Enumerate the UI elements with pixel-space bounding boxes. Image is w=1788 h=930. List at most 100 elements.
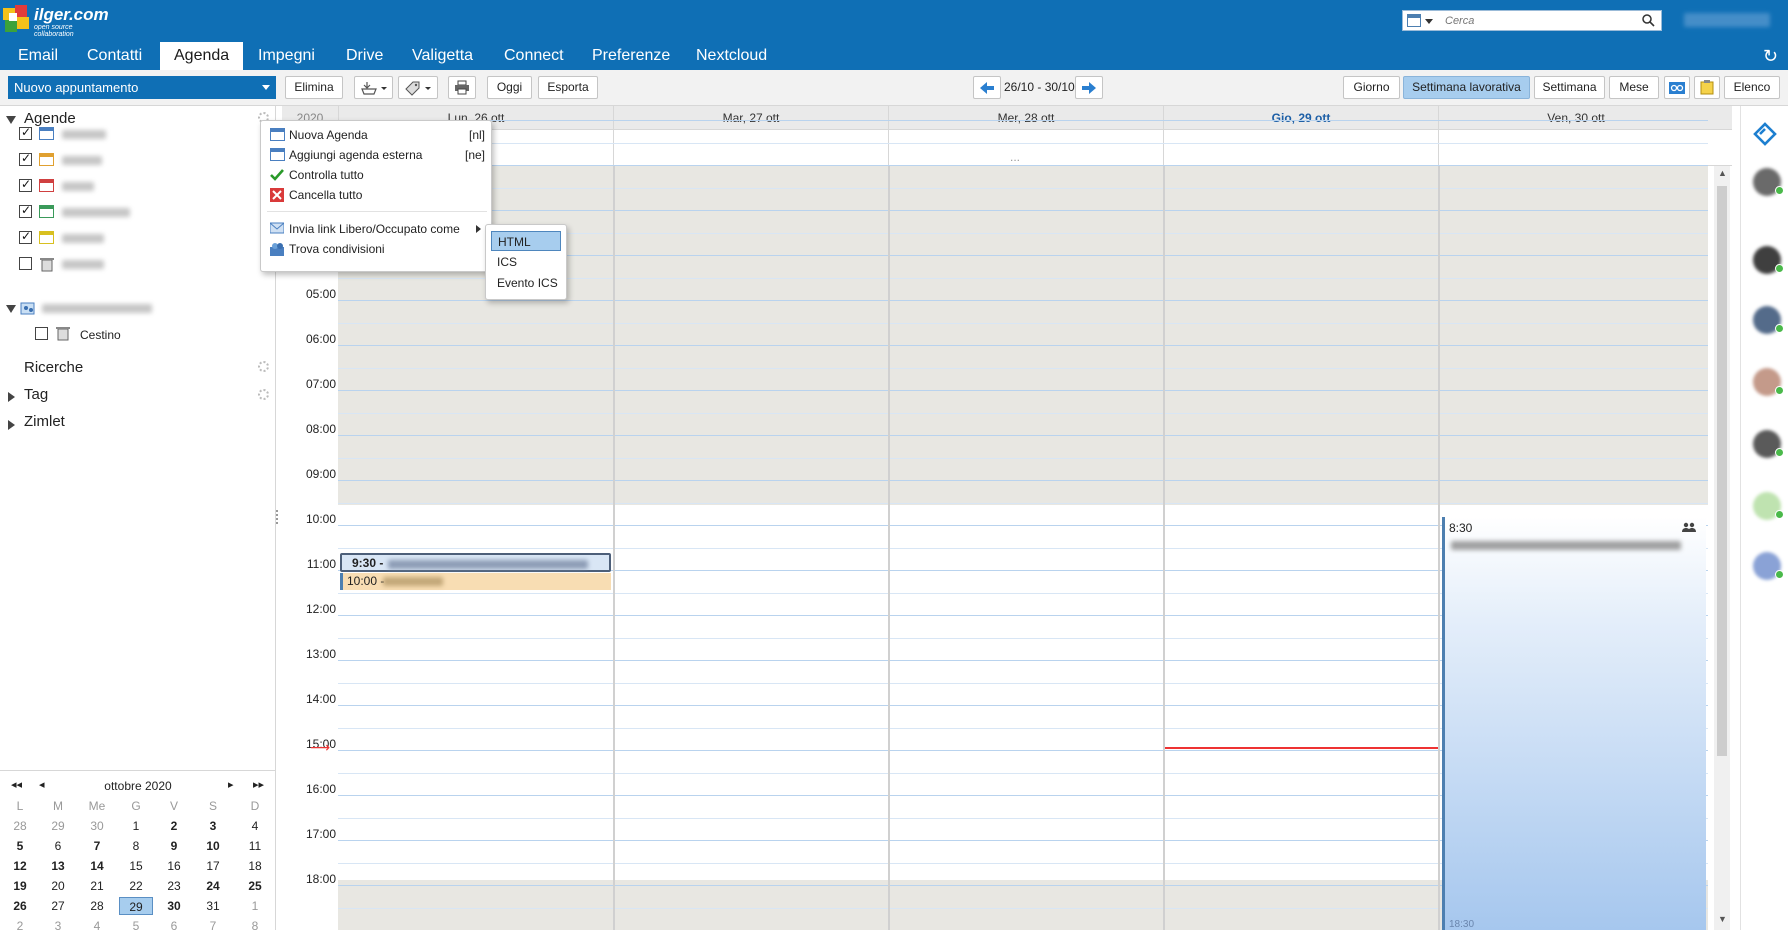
calendar-checkbox-1[interactable] — [19, 125, 32, 140]
next-month-icon[interactable]: ▸ — [228, 778, 234, 791]
mini-calendar-day[interactable]: 1 — [117, 817, 155, 835]
mini-calendar-day[interactable]: 29 — [119, 897, 153, 915]
mini-calendar-day[interactable]: 25 — [236, 877, 274, 895]
calendar-checkbox-6[interactable] — [19, 257, 32, 270]
calendar-name-6[interactable] — [62, 260, 104, 269]
calendar-checkbox-4[interactable] — [19, 203, 32, 218]
more-indicator[interactable]: ... — [1010, 150, 1020, 164]
mini-calendar-day[interactable]: 7 — [78, 837, 116, 855]
calendar-checkbox-3[interactable] — [19, 177, 32, 192]
mini-calendar-day[interactable]: 27 — [39, 897, 77, 915]
user-name[interactable] — [1684, 13, 1770, 27]
mini-calendar-day[interactable]: 4 — [236, 817, 274, 835]
scroll-up-icon[interactable]: ▲ — [1718, 168, 1727, 178]
mini-calendar-day[interactable]: 19 — [1, 877, 39, 895]
today-button[interactable]: Oggi — [487, 76, 532, 99]
mini-calendar-day[interactable]: 4 — [78, 917, 116, 930]
collapse-agende-icon[interactable] — [6, 116, 16, 124]
mini-calendar-day[interactable]: 3 — [39, 917, 77, 930]
day-header-4[interactable]: Gio, 29 ott — [1163, 106, 1438, 130]
calendar-name-1[interactable] — [62, 130, 106, 139]
mini-calendar-day[interactable]: 2 — [1, 917, 39, 930]
ricerche-header[interactable]: Ricerche — [24, 359, 83, 376]
calendar-checkbox-2[interactable] — [19, 151, 32, 166]
calendar-name-5[interactable] — [62, 234, 104, 243]
view-day-button[interactable]: Giorno — [1343, 76, 1400, 99]
mini-calendar-day[interactable]: 20 — [39, 877, 77, 895]
menu-item-find-shares[interactable]: Trova condivisioni — [261, 239, 493, 259]
mini-calendar-day[interactable]: 24 — [194, 877, 232, 895]
mini-calendar-day[interactable]: 5 — [117, 917, 155, 930]
logo[interactable]: ilger.com open source collaboration — [2, 4, 114, 38]
chevron-down-icon[interactable] — [262, 85, 270, 90]
mini-calendar-day[interactable]: 5 — [1, 837, 39, 855]
allday-cell[interactable] — [1163, 130, 1438, 166]
mini-calendar-day[interactable]: 30 — [155, 897, 193, 915]
tab-connect[interactable]: Connect — [490, 42, 578, 70]
mini-calendar-day[interactable]: 14 — [78, 857, 116, 875]
mini-calendar-day[interactable]: 18 — [236, 857, 274, 875]
submenu-item-ics[interactable]: ICS — [491, 252, 561, 272]
mini-calendar-day[interactable]: 1 — [236, 897, 274, 915]
view-schedule-button[interactable] — [1664, 76, 1690, 99]
mini-calendar-day[interactable]: 29 — [39, 817, 77, 835]
delete-button[interactable]: Elimina — [285, 76, 343, 99]
allday-cell[interactable] — [1438, 130, 1713, 166]
view-week-button[interactable]: Settimana — [1534, 76, 1605, 99]
new-appointment-button[interactable]: Nuovo appuntamento — [8, 76, 276, 99]
gear-icon[interactable] — [258, 389, 269, 400]
tab-contatti[interactable]: Contatti — [73, 42, 156, 70]
tag-header[interactable]: Tag — [24, 386, 48, 403]
tab-email[interactable]: Email — [4, 42, 72, 70]
mini-calendar-day[interactable]: 16 — [155, 857, 193, 875]
calendar-search-icon[interactable] — [1407, 14, 1421, 27]
mini-calendar-day[interactable]: 9 — [155, 837, 193, 855]
collapse-shared-icon[interactable] — [6, 305, 16, 313]
mini-calendar-day[interactable]: 26 — [1, 897, 39, 915]
menu-item-uncheck-all[interactable]: Cancella tutto — [261, 185, 493, 205]
resize-handle[interactable] — [276, 510, 279, 524]
day-header-2[interactable]: Mar, 27 ott — [613, 106, 888, 130]
mini-calendar-day[interactable]: 17 — [194, 857, 232, 875]
mini-calendar-day[interactable]: 23 — [155, 877, 193, 895]
view-freebusy-button[interactable] — [1694, 76, 1720, 99]
menu-item-check-all[interactable]: Controlla tutto — [261, 165, 493, 185]
mini-calendar-day[interactable]: 28 — [1, 817, 39, 835]
trash-checkbox[interactable] — [35, 327, 48, 340]
allday-cell[interactable] — [888, 130, 1163, 166]
submenu-item-html[interactable]: HTML — [491, 231, 561, 251]
submenu-item-ics-event[interactable]: Evento ICS — [491, 273, 561, 293]
day-header-3[interactable]: Mer, 28 ott — [888, 106, 1163, 130]
tag-button[interactable] — [398, 76, 438, 99]
calendar-name-4[interactable] — [62, 208, 130, 217]
mini-calendar-day[interactable]: 2 — [155, 817, 193, 835]
export-button[interactable]: Esporta — [538, 76, 598, 99]
view-list-button[interactable]: Elenco — [1724, 76, 1780, 99]
connect-icon[interactable] — [1753, 122, 1777, 146]
mini-calendar-day[interactable]: 7 — [194, 917, 232, 930]
zimlet-header[interactable]: Zimlet — [24, 413, 65, 430]
mini-calendar-day[interactable]: 6 — [39, 837, 77, 855]
menu-item-add-external[interactable]: Aggiungi agenda esterna [ne] — [261, 145, 493, 165]
gear-icon[interactable] — [258, 361, 269, 372]
expand-zimlet-icon[interactable] — [8, 420, 15, 430]
agende-header[interactable]: Agende — [24, 110, 76, 127]
tab-impegni[interactable]: Impegni — [244, 42, 329, 70]
mini-calendar-day[interactable]: 8 — [236, 917, 274, 930]
expand-tag-icon[interactable] — [8, 392, 15, 402]
calendar-checkbox-5[interactable] — [19, 229, 32, 244]
mini-calendar-day[interactable]: 31 — [194, 897, 232, 915]
refresh-icon[interactable]: ↻ — [1763, 46, 1778, 67]
mini-calendar-day[interactable]: 12 — [1, 857, 39, 875]
calendar-event[interactable]: 10:00 - — [340, 573, 611, 590]
mini-calendar-day[interactable]: 8 — [117, 837, 155, 855]
menu-item-send-freebusy[interactable]: Invia link Libero/Occupato come — [261, 219, 493, 239]
mini-calendar-day[interactable]: 15 — [117, 857, 155, 875]
allday-cell[interactable] — [613, 130, 888, 166]
menu-item-new-calendar[interactable]: Nuova Agenda [nl] — [261, 125, 493, 145]
mini-calendar-day[interactable]: 3 — [194, 817, 232, 835]
scroll-down-icon[interactable]: ▼ — [1718, 914, 1727, 924]
chevron-down-icon[interactable] — [1425, 19, 1433, 24]
next-week-button[interactable] — [1075, 76, 1103, 99]
calendar-event[interactable]: 8:30 18:30 — [1442, 517, 1706, 930]
